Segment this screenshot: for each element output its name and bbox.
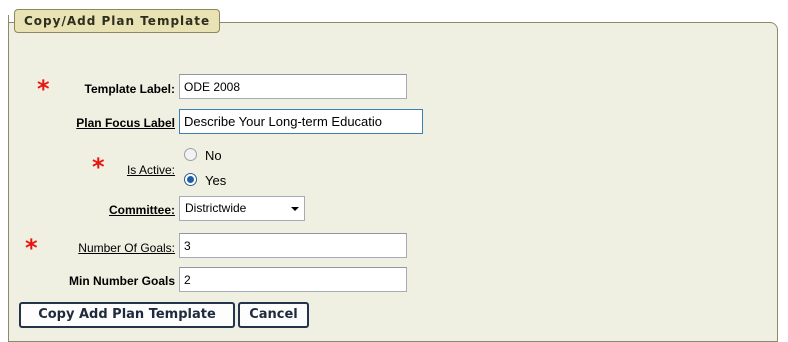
plan-focus-label-link[interactable]: Plan Focus Label [76, 116, 175, 130]
template-label-input[interactable] [179, 74, 407, 99]
radio-yes[interactable] [184, 173, 197, 186]
min-number-goals-label: Min Number Goals [68, 274, 175, 288]
is-active-label[interactable]: Is Active: [127, 163, 175, 177]
panel-title: Copy/Add Plan Template [14, 9, 221, 33]
min-number-goals-input[interactable] [179, 267, 407, 292]
required-asterisk: * [25, 234, 38, 262]
template-label-label: Template Label: [84, 82, 175, 96]
cancel-button[interactable]: Cancel [238, 302, 309, 328]
required-asterisk: * [92, 153, 105, 181]
radio-option-yes[interactable]: Yes [184, 173, 226, 188]
number-of-goals-label[interactable]: Number Of Goals: [78, 241, 175, 255]
required-asterisk: * [37, 75, 50, 103]
committee-selected-value: Districtwide [185, 201, 247, 215]
number-of-goals-input[interactable] [179, 233, 407, 258]
committee-select[interactable]: Districtwide [179, 196, 305, 221]
radio-option-no[interactable]: No [184, 148, 222, 163]
radio-no[interactable] [184, 148, 197, 161]
form-panel [8, 22, 778, 342]
chevron-down-icon [291, 207, 299, 211]
radio-yes-label: Yes [205, 173, 227, 188]
copy-add-plan-template-button[interactable]: Copy Add Plan Template [19, 302, 235, 328]
plan-focus-label-input[interactable] [179, 109, 423, 134]
radio-no-label: No [205, 148, 222, 163]
committee-label[interactable]: Committee: [109, 203, 175, 217]
